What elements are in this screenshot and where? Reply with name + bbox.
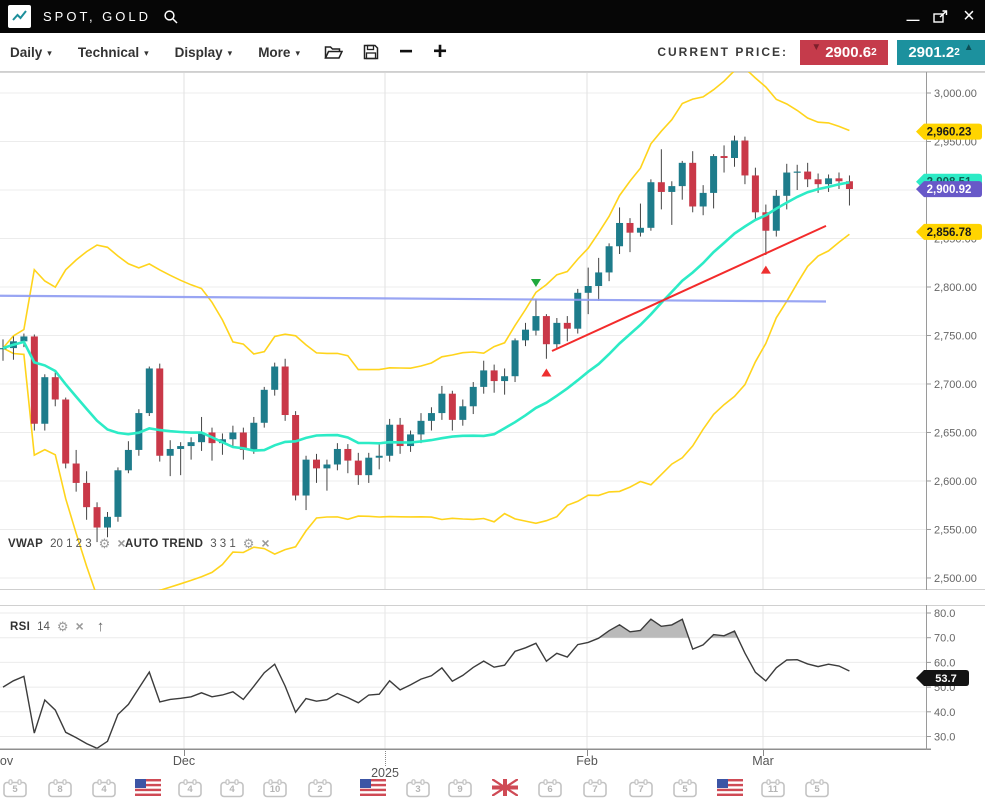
- rsi-line: [3, 619, 849, 748]
- chevron-down-icon: ▾: [47, 46, 52, 59]
- search-icon[interactable]: [163, 9, 179, 25]
- ask-price-badge: 2901.22 ▲: [897, 40, 985, 65]
- us-flag-icon[interactable]: [135, 779, 161, 801]
- menu-display[interactable]: Display ▾: [175, 45, 233, 60]
- bid-price-badge: ▼ 2900.62: [800, 40, 888, 65]
- rsi-canvas[interactable]: 80.070.060.050.040.030.053.7: [0, 605, 985, 750]
- calendar-event-icon[interactable]: 8: [48, 779, 72, 798]
- signal-down-triangle: [531, 279, 541, 287]
- gear-icon[interactable]: ⚙: [99, 537, 111, 550]
- calendar-event-icon[interactable]: 7: [583, 779, 607, 798]
- svg-text:53.7: 53.7: [935, 673, 956, 685]
- price-axis-label: 2,750.00: [934, 330, 977, 342]
- svg-text:2,856.78: 2,856.78: [927, 227, 972, 239]
- menu-daily[interactable]: Daily ▾: [10, 45, 52, 60]
- save-icon[interactable]: [363, 44, 379, 60]
- calendar-event-icon[interactable]: 4: [92, 779, 116, 798]
- titlebar: SPOT, GOLD — ×: [0, 0, 985, 33]
- app-logo-icon: [8, 5, 31, 28]
- arrow-up-icon: ▲: [964, 43, 974, 53]
- toolbar: Daily ▾ Technical ▾ Display ▾ More ▾: [0, 33, 985, 72]
- time-axis-label: Mar: [752, 754, 774, 768]
- time-axis: Nov Dec 2025 Feb Mar: [0, 750, 985, 780]
- svg-text:2,960.23: 2,960.23: [927, 127, 972, 139]
- chevron-down-icon: ▾: [144, 46, 149, 59]
- symbol-title: SPOT, GOLD: [43, 9, 151, 24]
- signal-up-triangle: [541, 368, 551, 376]
- calendar-event-icon[interactable]: 10: [263, 779, 287, 798]
- us-flag-icon[interactable]: [717, 779, 743, 801]
- time-axis-label: Nov: [0, 754, 13, 768]
- anchored-vwap-line: [0, 296, 826, 302]
- calendar-event-icon[interactable]: 2: [308, 779, 332, 798]
- auto-trend-line: [552, 226, 826, 351]
- calendar-event-icon[interactable]: 6: [538, 779, 562, 798]
- chevron-down-icon: ▾: [228, 46, 233, 59]
- rsi-axis-label: 60.0: [934, 657, 955, 669]
- price-axis-label: 2,500.00: [934, 573, 977, 585]
- rsi-axis-label: 70.0: [934, 633, 955, 645]
- time-axis-label: 2025: [371, 766, 399, 780]
- autotrend-indicator-label: AUTO TREND 3 3 1 ⚙ ×: [125, 537, 270, 550]
- rsi-axis-label: 40.0: [934, 707, 955, 719]
- us-flag-icon[interactable]: [360, 779, 386, 801]
- price-axis-label: 2,550.00: [934, 524, 977, 536]
- rsi-indicator-label: RSI 14 ⚙ × ↑: [10, 620, 104, 633]
- year-axis-dotted-tick: [385, 751, 386, 766]
- time-axis-label: Feb: [576, 754, 598, 768]
- trading-app-window: SPOT, GOLD — × Daily ▾ Technical ▾: [0, 0, 985, 805]
- popout-button[interactable]: [929, 5, 953, 29]
- price-axis-label: 2,700.00: [934, 379, 977, 391]
- calendar-event-icon[interactable]: 5: [673, 779, 697, 798]
- calendar-event-icon[interactable]: 7: [629, 779, 653, 798]
- main-chart-canvas[interactable]: 3,000.002,950.002,900.002,850.002,800.00…: [0, 72, 985, 590]
- time-axis-label: Dec: [173, 754, 195, 768]
- remove-indicator-icon[interactable]: ×: [261, 537, 269, 550]
- calendar-event-icon[interactable]: 11: [761, 779, 785, 798]
- zoom-out-button[interactable]: −: [399, 43, 413, 61]
- price-axis-label: 3,000.00: [934, 88, 977, 100]
- calendar-event-icon[interactable]: 5: [3, 779, 27, 798]
- current-price-label: CURRENT PRICE:: [657, 45, 788, 59]
- zoom-in-button[interactable]: +: [433, 43, 447, 61]
- bollinger-upper-band: [3, 72, 849, 370]
- close-button[interactable]: ×: [957, 5, 981, 29]
- svg-text:2,900.92: 2,900.92: [927, 184, 972, 196]
- signal-up-triangle: [761, 266, 771, 274]
- uk-flag-icon[interactable]: [492, 779, 518, 801]
- event-marker-row: 58444102396775115: [0, 779, 985, 805]
- calendar-event-icon[interactable]: 9: [448, 779, 472, 798]
- rsi-axis-label: 80.0: [934, 608, 955, 620]
- chevron-down-icon: ▾: [295, 46, 300, 59]
- calendar-event-icon[interactable]: 4: [178, 779, 202, 798]
- price-axis-label: 2,600.00: [934, 476, 977, 488]
- gear-icon[interactable]: ⚙: [57, 620, 69, 633]
- vwap-indicator-label: VWAP 20 1 2 3 ⚙ ×: [8, 537, 126, 550]
- rsi-axis-label: 30.0: [934, 732, 955, 744]
- price-axis-label: 2,650.00: [934, 427, 977, 439]
- arrow-down-icon: ▼: [811, 43, 821, 53]
- gear-icon[interactable]: ⚙: [243, 537, 255, 550]
- minimize-button[interactable]: —: [901, 5, 925, 29]
- price-axis-label: 2,800.00: [934, 282, 977, 294]
- calendar-event-icon[interactable]: 3: [406, 779, 430, 798]
- remove-indicator-icon[interactable]: ×: [76, 620, 84, 633]
- vwap-line: [3, 182, 849, 450]
- menu-technical[interactable]: Technical ▾: [78, 45, 149, 60]
- calendar-event-icon[interactable]: 4: [220, 779, 244, 798]
- move-panel-up-icon[interactable]: ↑: [97, 620, 105, 633]
- open-folder-icon[interactable]: [324, 45, 343, 60]
- menu-more[interactable]: More ▾: [258, 45, 300, 60]
- calendar-event-icon[interactable]: 5: [805, 779, 829, 798]
